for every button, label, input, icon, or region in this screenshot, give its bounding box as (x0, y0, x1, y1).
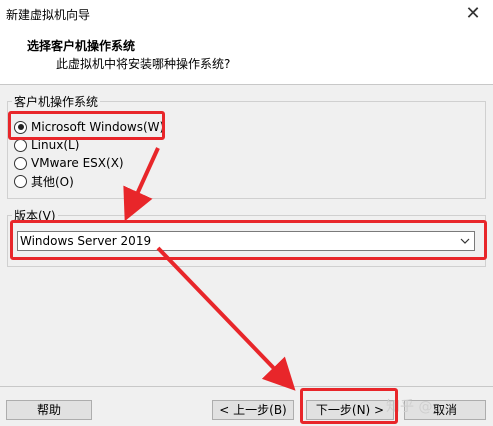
window-title: 新建虚拟机向导 (6, 8, 91, 22)
radio-vmware-esx[interactable]: VMware ESX(X) (14, 154, 124, 172)
version-group-label: 版本(V) (12, 207, 58, 224)
arrow-to-next (156, 246, 296, 391)
close-icon[interactable]: ✕ (453, 0, 493, 30)
page-subtitle: 此虚拟机中将安装哪种操作系统? (56, 57, 231, 71)
chevron-down-icon (460, 238, 470, 244)
page-title: 选择客户机操作系统 (27, 39, 136, 53)
version-select-value: Windows Server 2019 (20, 234, 152, 248)
radio-linux[interactable]: Linux(L) (14, 136, 79, 154)
radio-label: 其他(O) (31, 174, 74, 189)
radio-label: Microsoft Windows(W) (31, 120, 165, 134)
guest-os-group-label: 客户机操作系统 (12, 93, 101, 110)
title-bar: 新建虚拟机向导 ✕ (0, 0, 493, 30)
wizard-header: 选择客户机操作系统 此虚拟机中将安装哪种操作系统? (0, 30, 493, 85)
radio-other[interactable]: 其他(O) (14, 172, 74, 190)
radio-label: VMware ESX(X) (31, 156, 124, 170)
footer-separator (0, 386, 493, 387)
version-select[interactable]: Windows Server 2019 (17, 231, 475, 251)
radio-button[interactable] (14, 138, 27, 152)
next-button[interactable]: 下一步(N) > (306, 400, 394, 420)
new-vm-wizard-window: 新建虚拟机向导 ✕ 选择客户机操作系统 此虚拟机中将安装哪种操作系统? 客户机操… (0, 0, 493, 426)
radio-button[interactable] (14, 120, 27, 134)
watermark: 知乎 @… (386, 399, 447, 415)
back-button[interactable]: < 上一步(B) (212, 400, 294, 420)
help-button[interactable]: 帮助 (6, 400, 92, 420)
radio-button[interactable] (14, 174, 27, 188)
radio-button[interactable] (14, 156, 27, 170)
radio-label: Linux(L) (31, 138, 80, 152)
radio-microsoft-windows[interactable]: Microsoft Windows(W) (14, 118, 164, 136)
